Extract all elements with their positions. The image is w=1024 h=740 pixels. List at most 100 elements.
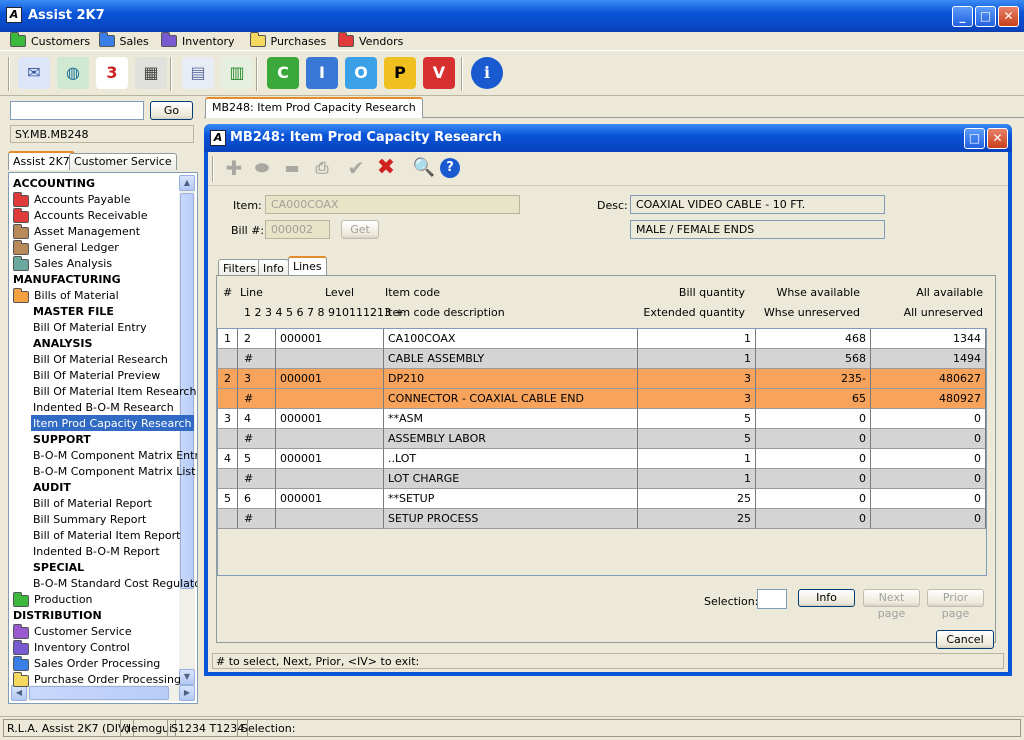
child-maximize-button[interactable]: □ — [964, 128, 985, 149]
accept-icon[interactable]: ✔ — [344, 156, 368, 180]
tree-subsection-header[interactable]: SPECIAL — [33, 559, 84, 575]
globe-icon[interactable]: ◍ — [57, 57, 89, 89]
hscroll-thumb[interactable] — [29, 686, 169, 700]
tree-item[interactable]: Bill Of Material Entry — [33, 319, 147, 335]
navigation-search-input[interactable] — [10, 101, 144, 120]
tree-item[interactable]: Bill Of Material Research — [33, 351, 168, 367]
tree-folder[interactable]: Inventory Control — [13, 639, 130, 655]
menu-customers[interactable]: Customers — [10, 32, 90, 49]
menu-label: Inventory — [182, 34, 235, 48]
tree-subsection-header[interactable]: ANALYSIS — [33, 335, 92, 351]
table-cell: 1 — [638, 349, 756, 369]
menu-sales[interactable]: Sales — [98, 32, 149, 49]
add-icon[interactable]: ✚ — [222, 156, 246, 180]
go-button[interactable]: Go — [150, 101, 193, 120]
tab-lines[interactable]: Lines — [288, 256, 327, 276]
scroll-left-icon[interactable]: ◀ — [11, 685, 27, 701]
customers-c-icon[interactable]: C — [267, 57, 299, 89]
tree-item[interactable]: Indented B-O-M Research — [33, 399, 174, 415]
delete-icon[interactable]: ▬ — [280, 156, 304, 180]
close-button[interactable]: ✕ — [998, 6, 1019, 27]
tree-item-selected[interactable]: Item Prod Capacity Research — [31, 415, 194, 431]
tab-filters[interactable]: Filters — [218, 259, 261, 276]
tree-folder[interactable]: Accounts Receivable — [13, 207, 148, 223]
tree-subsection-header[interactable]: AUDIT — [33, 479, 71, 495]
table-row[interactable]: # SETUP PROCESS 25 0 0 — [218, 509, 986, 529]
tree-folder[interactable]: Production — [13, 591, 93, 607]
calculator-icon[interactable]: ▦ — [135, 57, 167, 89]
tree-folder[interactable]: Sales Analysis — [13, 255, 112, 271]
tree-item[interactable]: B-O-M Component Matrix Entry — [33, 447, 197, 463]
tree-item[interactable]: Bill of Material Report — [33, 495, 152, 511]
tree-item[interactable]: B-O-M Component Matrix List — [33, 463, 195, 479]
menu-inventory[interactable]: Inventory — [161, 32, 235, 49]
tree-folder[interactable]: Sales Order Processing — [13, 655, 160, 671]
table-row[interactable]: # ASSEMBLY LABOR 5 0 0 — [218, 429, 986, 449]
cancel-button[interactable]: Cancel — [936, 630, 994, 649]
search-icon[interactable]: 🔍 — [412, 156, 436, 180]
tree-folder[interactable]: Bills of Material — [13, 287, 119, 303]
table-row[interactable]: # CABLE ASSEMBLY 1 568 1494 — [218, 349, 986, 369]
table-row[interactable]: 2 3 000001 DP210 3 235- 480627 — [218, 369, 986, 389]
cancel-x-icon[interactable]: ✖ — [374, 156, 398, 180]
export-icon[interactable]: ▥ — [221, 57, 253, 89]
tree-section-header[interactable]: DISTRIBUTION — [13, 607, 102, 623]
tree-folder[interactable]: Customer Service — [13, 623, 132, 639]
tree-item[interactable]: Bill Summary Report — [33, 511, 146, 527]
selection-input[interactable] — [757, 589, 787, 609]
tree-folder[interactable]: Accounts Payable — [13, 191, 131, 207]
bill-number-field[interactable]: 000002 — [265, 220, 330, 239]
menu-purchases[interactable]: Purchases — [249, 32, 326, 49]
tab-info[interactable]: Info — [258, 259, 289, 276]
info-icon[interactable]: i — [471, 57, 503, 89]
scroll-up-icon[interactable]: ▲ — [179, 175, 195, 191]
table-row[interactable]: 5 6 000001 **SETUP 25 0 0 — [218, 489, 986, 509]
help-icon[interactable]: ? — [440, 158, 460, 178]
scroll-down-icon[interactable]: ▼ — [179, 669, 195, 685]
tab-mb248[interactable]: MB248: Item Prod Capacity Research — [205, 97, 423, 118]
tab-assist-2k7[interactable]: Assist 2K7 — [8, 151, 75, 170]
get-button[interactable]: Get — [341, 220, 379, 239]
purchases-p-icon[interactable]: P — [384, 57, 416, 89]
prior-page-button[interactable]: Prior page — [927, 589, 984, 620]
tree-label: Inventory Control — [34, 640, 130, 654]
child-close-button[interactable]: ✕ — [987, 128, 1008, 149]
tree-section-header[interactable]: ACCOUNTING — [13, 175, 95, 191]
tree-item[interactable]: B-O-M Standard Cost Regulato — [33, 575, 197, 591]
info-button[interactable]: Info — [798, 589, 855, 607]
report-icon[interactable]: ▤ — [182, 57, 214, 89]
table-cell: # — [238, 429, 276, 449]
table-row[interactable]: # LOT CHARGE 1 0 0 — [218, 469, 986, 489]
orders-o-icon[interactable]: O — [345, 57, 377, 89]
table-row[interactable]: 1 2 000001 CA100COAX 1 468 1344 — [218, 329, 986, 349]
mail-icon[interactable]: ✉ — [18, 57, 50, 89]
tree-subsection-header[interactable]: MASTER FILE — [33, 303, 114, 319]
vendors-v-icon[interactable]: V — [423, 57, 455, 89]
tree-folder[interactable]: Asset Management — [13, 223, 140, 239]
tree-section-header[interactable]: MANUFACTURING — [13, 271, 121, 287]
tree-item[interactable]: Indented B-O-M Report — [33, 543, 160, 559]
table-row[interactable]: # CONNECTOR - COAXIAL CABLE END 3 65 480927 — [218, 389, 986, 409]
inventory-i-icon[interactable]: I — [306, 57, 338, 89]
item-field[interactable]: CA000COAX — [265, 195, 520, 214]
tree-folder[interactable]: General Ledger — [13, 239, 119, 255]
col-header-all-available: All available — [916, 286, 983, 299]
table-row[interactable]: 4 5 000001 ..LOT 1 0 0 — [218, 449, 986, 469]
tree-folder[interactable]: Purchase Order Processing — [13, 671, 181, 687]
tab-customer-service[interactable]: Customer Service — [69, 153, 177, 170]
tree-item[interactable]: Bill Of Material Item Research — [33, 383, 196, 399]
table-row[interactable]: 3 4 000001 **ASM 5 0 0 — [218, 409, 986, 429]
next-page-button[interactable]: Next page — [863, 589, 920, 620]
print-icon[interactable]: ⎙ — [310, 156, 334, 180]
tree-item[interactable]: Bill of Material Item Report — [33, 527, 181, 543]
copy-icon[interactable]: ⬬ — [250, 156, 274, 180]
tree-subsection-header[interactable]: SUPPORT — [33, 431, 91, 447]
minimize-button[interactable]: _ — [952, 6, 973, 27]
scroll-right-icon[interactable]: ▶ — [179, 685, 195, 701]
tree-horizontal-scrollbar[interactable]: ◀ ▶ — [11, 685, 195, 701]
maximize-button[interactable]: □ — [975, 6, 996, 27]
table-cell: # — [238, 389, 276, 409]
tree-item[interactable]: Bill Of Material Preview — [33, 367, 160, 383]
menu-vendors[interactable]: Vendors — [338, 32, 403, 49]
calendar-icon[interactable]: 3 — [96, 57, 128, 89]
